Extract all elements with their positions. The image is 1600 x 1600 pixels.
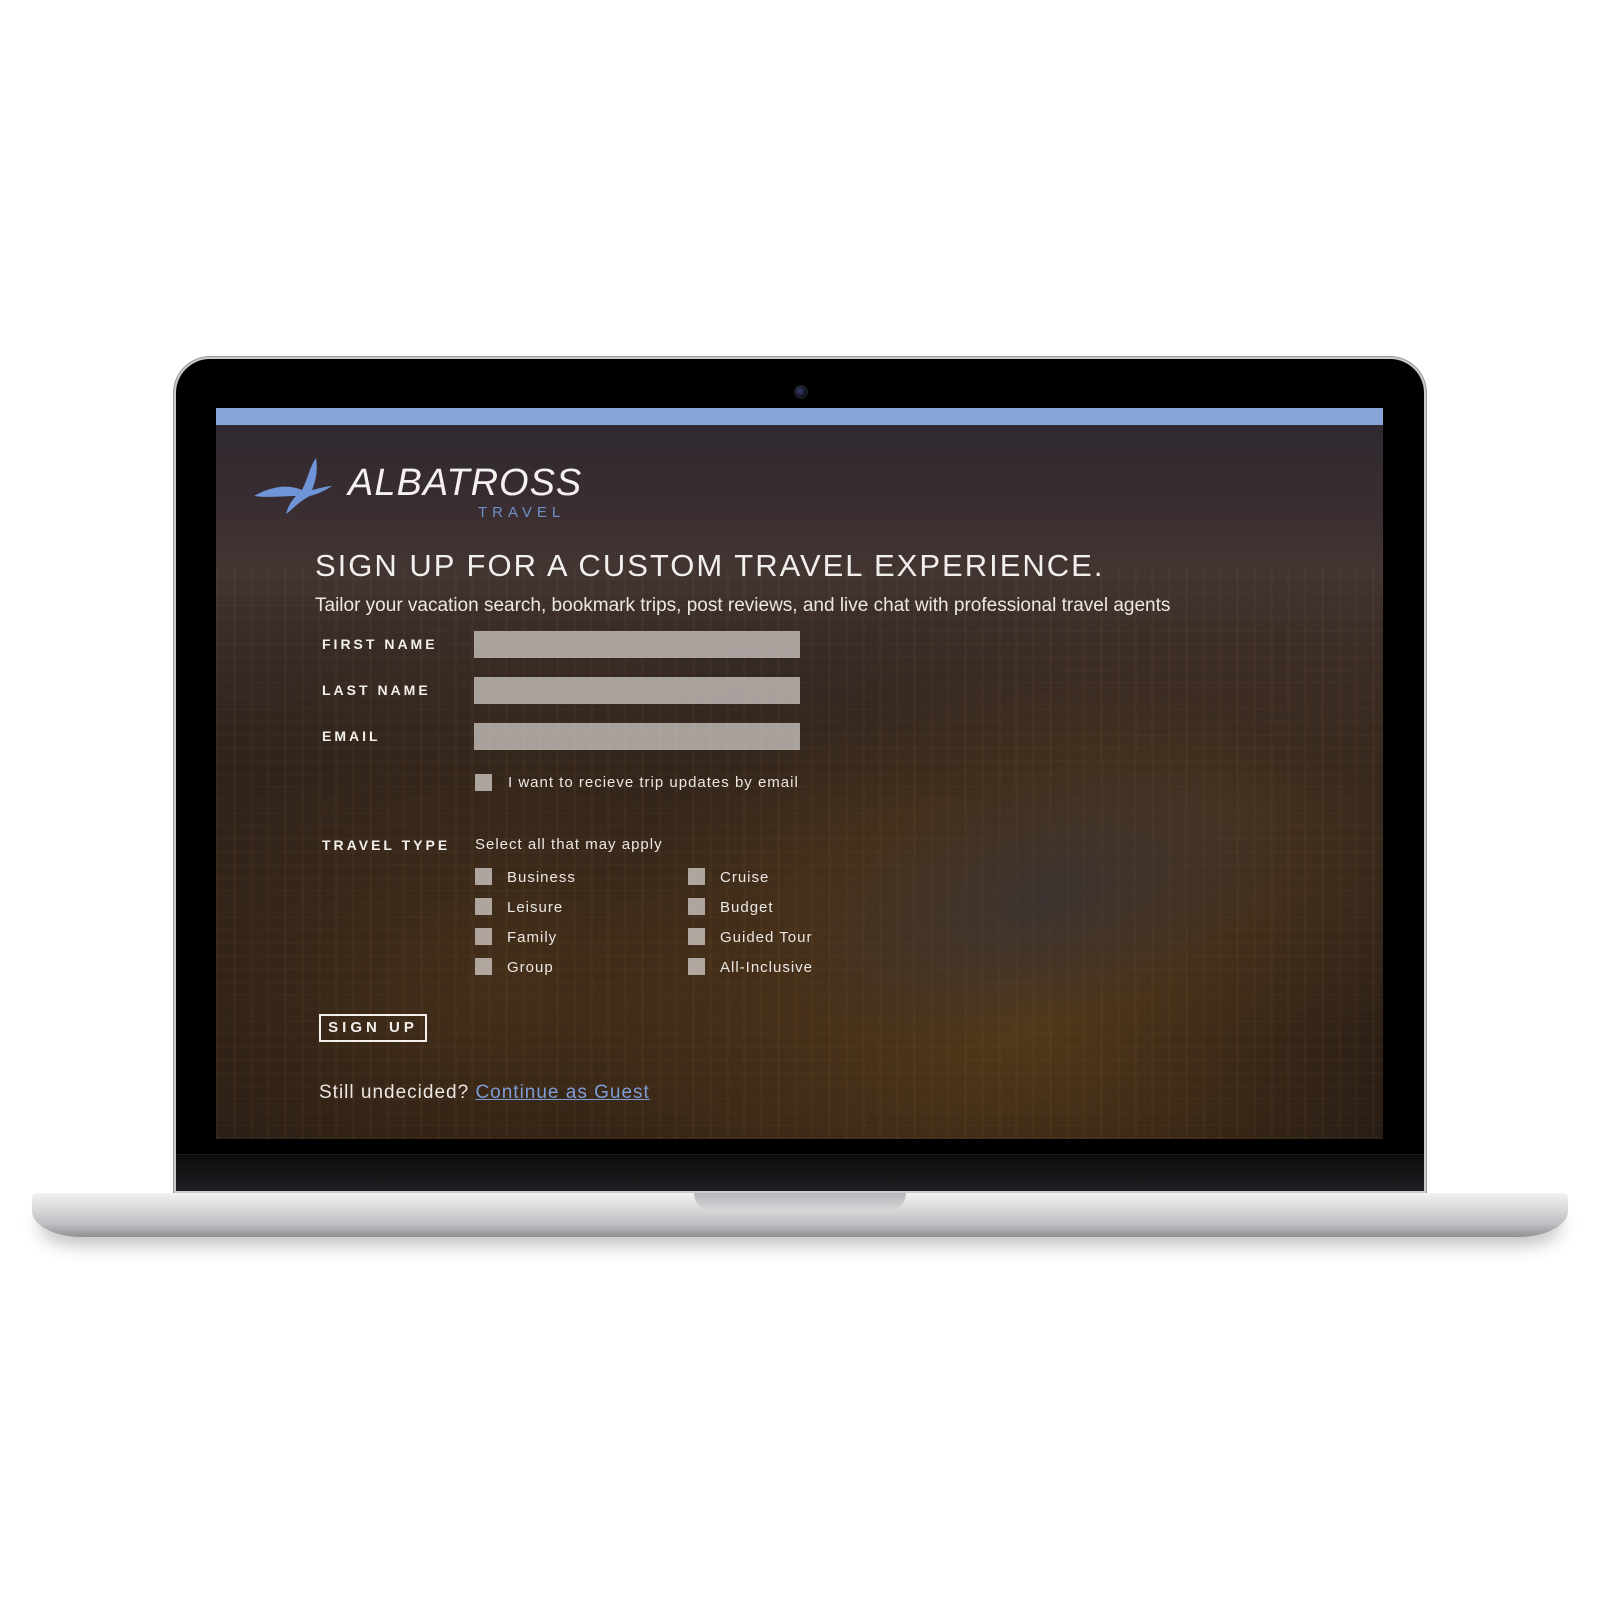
checkbox-leisure[interactable] [475,898,492,915]
browser-screen: ALBATROSS TRAVEL SIGN UP FOR A CUSTOM TR… [216,408,1383,1139]
continue-as-guest-link[interactable]: Continue as Guest [475,1082,649,1103]
email-updates-checkbox[interactable] [475,774,492,791]
option-label-budget: Budget [720,899,774,916]
checkbox-family[interactable] [475,928,492,945]
email-label: EMAIL [322,728,381,744]
option-label-guided-tour: Guided Tour [720,929,813,946]
page-subtitle: Tailor your vacation search, bookmark tr… [315,595,1171,616]
page-title: SIGN UP FOR A CUSTOM TRAVEL EXPERIENCE. [315,548,1105,583]
first-name-field[interactable] [474,631,800,658]
camera-icon [794,385,808,399]
checkbox-business[interactable] [475,868,492,885]
checkbox-group[interactable] [475,958,492,975]
option-label-group: Group [507,959,554,976]
guest-prompt: Still undecided? Continue as Guest [319,1082,650,1104]
checkbox-guided-tour[interactable] [688,928,705,945]
guest-prompt-text: Still undecided? [319,1082,470,1103]
trackpad-notch [694,1193,906,1211]
albatross-bird-icon [254,458,332,514]
email-updates-label: I want to recieve trip updates by email [508,774,799,791]
option-label-leisure: Leisure [507,899,564,916]
checkbox-all-inclusive[interactable] [688,958,705,975]
travel-type-hint: Select all that may apply [475,836,663,853]
email-field[interactable] [474,723,800,750]
option-label-family: Family [507,929,558,946]
laptop-base [32,1193,1568,1237]
checkbox-cruise[interactable] [688,868,705,885]
checkbox-budget[interactable] [688,898,705,915]
sign-up-button[interactable]: SIGN UP [319,1014,427,1042]
brand-subtitle: TRAVEL [478,504,566,521]
last-name-label: LAST NAME [322,682,431,698]
option-label-business: Business [507,869,576,886]
brand-logo[interactable]: ALBATROSS TRAVEL [252,456,581,521]
travel-type-label: TRAVEL TYPE [322,837,451,853]
last-name-field[interactable] [474,677,800,704]
option-label-cruise: Cruise [720,869,770,886]
first-name-label: FIRST NAME [322,636,438,652]
brand-name: ALBATROSS [348,462,583,504]
accent-top-bar [216,408,1383,425]
bezel-bottom [176,1154,1424,1191]
option-label-all-inclusive: All-Inclusive [720,959,814,976]
